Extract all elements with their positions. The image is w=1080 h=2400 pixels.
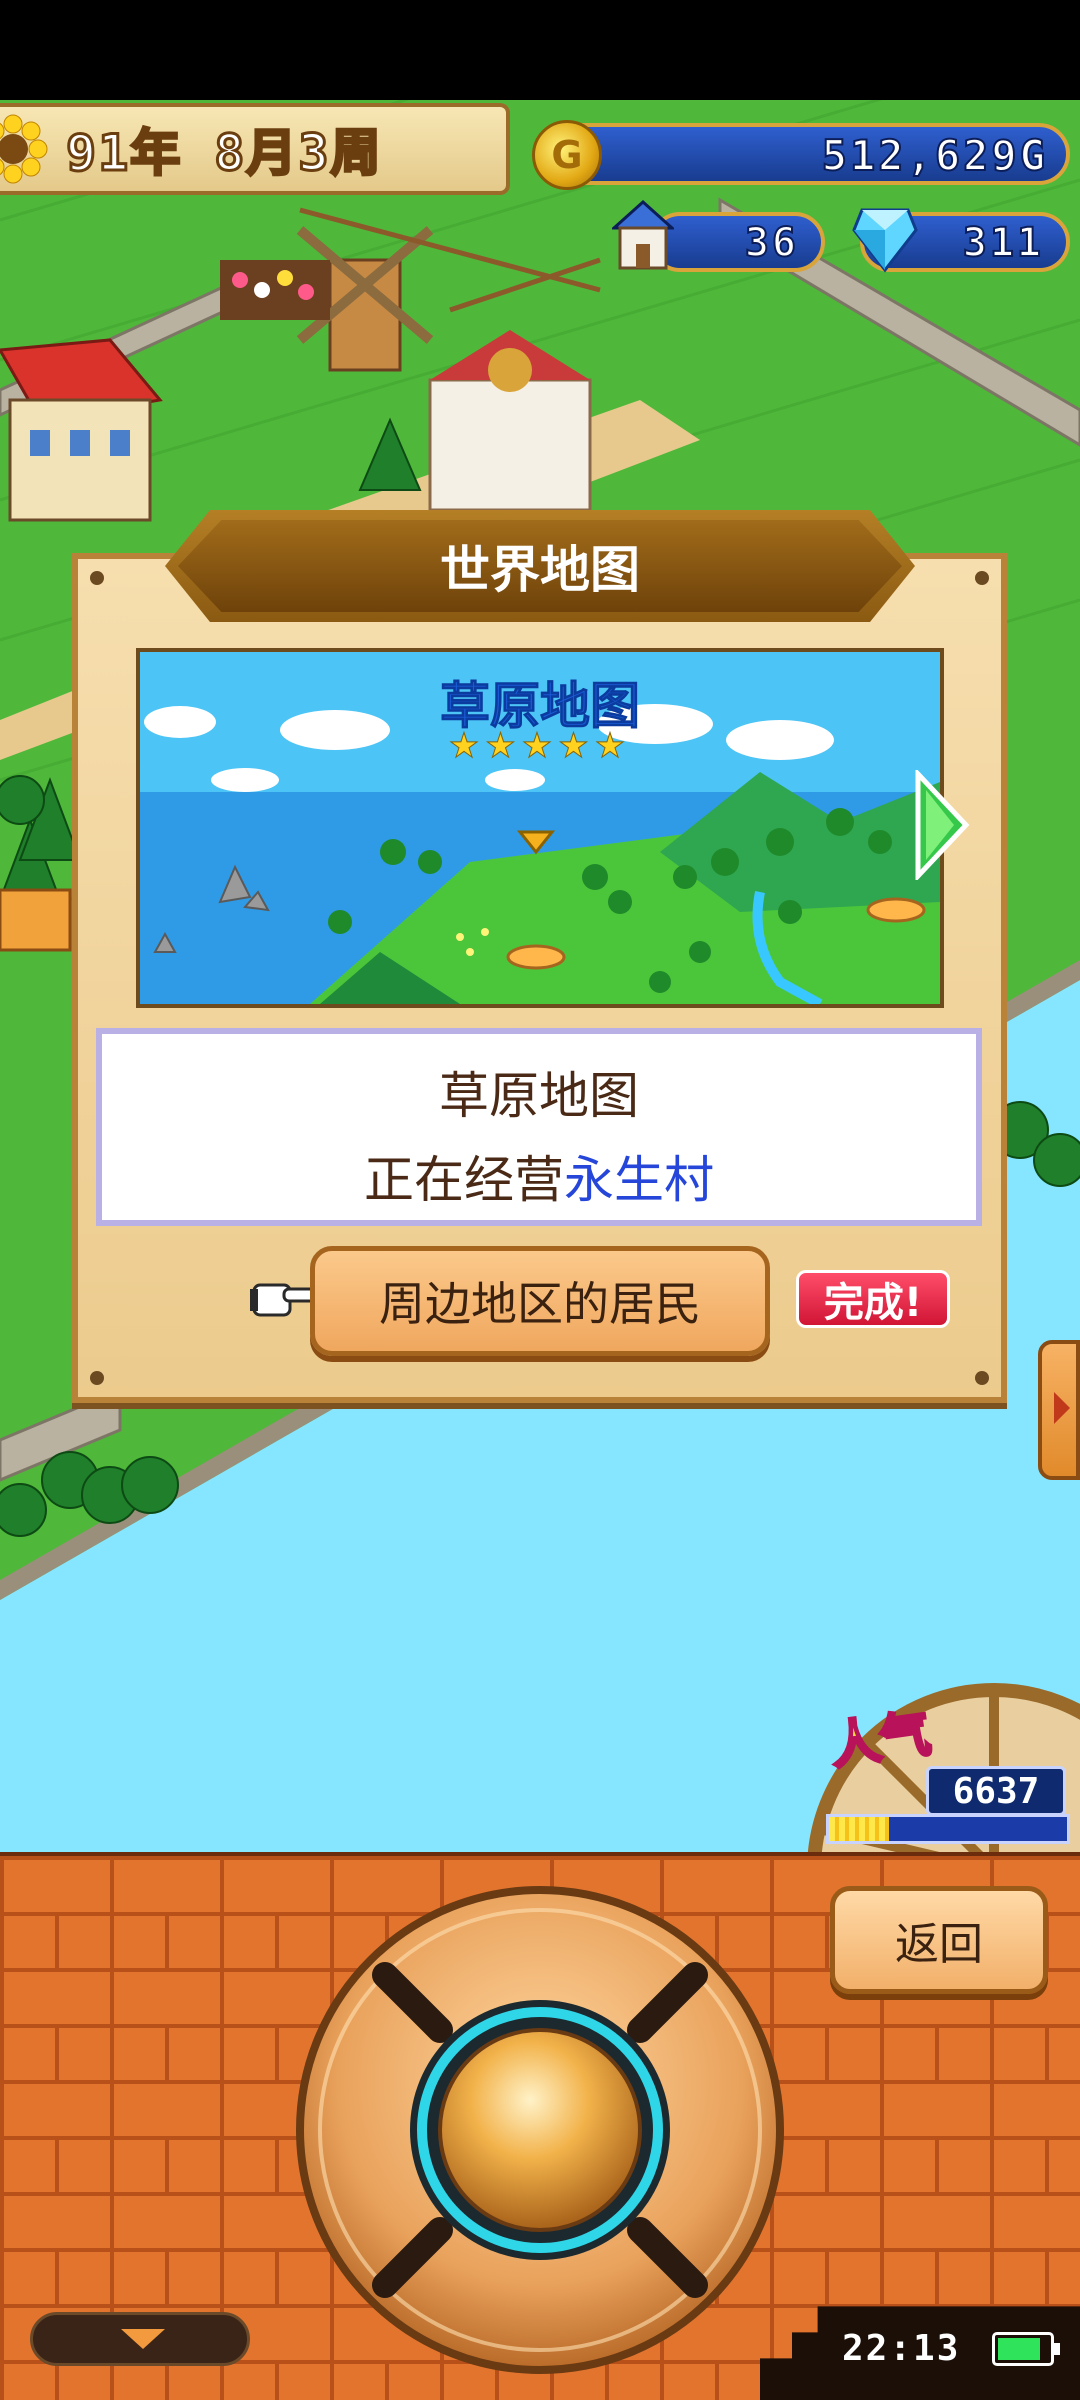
popularity-label: 人气 (826, 1703, 936, 1777)
battery-level (998, 2338, 1040, 2360)
gold-panel: 512,629G (540, 123, 1070, 185)
sunflower-icon (0, 114, 48, 184)
village-name: 永生村 (564, 1151, 714, 1209)
complete-badge: 完成! (796, 1270, 950, 1328)
map-info-box: 草原地图 正在经营永生村 (96, 1028, 982, 1226)
gem-icon (852, 208, 918, 273)
date-panel: 91年 8月3周 (0, 103, 510, 195)
nearby-residents-button[interactable]: 周边地区的居民 (310, 1246, 770, 1356)
clock-text: 22:13 (842, 2328, 961, 2369)
popularity-bar (826, 1814, 1070, 1844)
map-preview[interactable]: 草原地图 ★★★★★ (136, 648, 944, 1008)
next-map-arrow-icon[interactable] (912, 770, 970, 880)
info-status-prefix: 正在经营 (364, 1151, 564, 1209)
population-panel: 36 (650, 212, 825, 272)
back-button[interactable]: 返回 (830, 1886, 1048, 1994)
rivet (975, 571, 989, 585)
gem-value: 311 (962, 219, 1044, 267)
info-map-name: 草原地图 (439, 1067, 639, 1125)
rivet (90, 1371, 104, 1385)
collapse-toggle-button[interactable] (30, 2312, 250, 2366)
gold-value: 512,629G (821, 130, 1048, 181)
population-value: 36 (744, 219, 799, 267)
coin-icon: G (532, 120, 602, 190)
info-status-line: 正在经营永生村 (102, 1140, 976, 1212)
rivet (90, 571, 104, 585)
map-rating-stars: ★★★★★ (448, 726, 632, 767)
popularity-value: 6637 (926, 1766, 1066, 1816)
main-menu-dial[interactable] (290, 1880, 790, 2380)
side-expand-tab[interactable] (1038, 1340, 1080, 1480)
battery-icon (992, 2332, 1060, 2366)
rivet (975, 1371, 989, 1385)
house-icon (612, 200, 674, 270)
dialog-title: 世界地图 (440, 541, 640, 599)
popularity-bar-fill (829, 1817, 889, 1841)
date-text: 91年 8月3周 (65, 123, 383, 184)
